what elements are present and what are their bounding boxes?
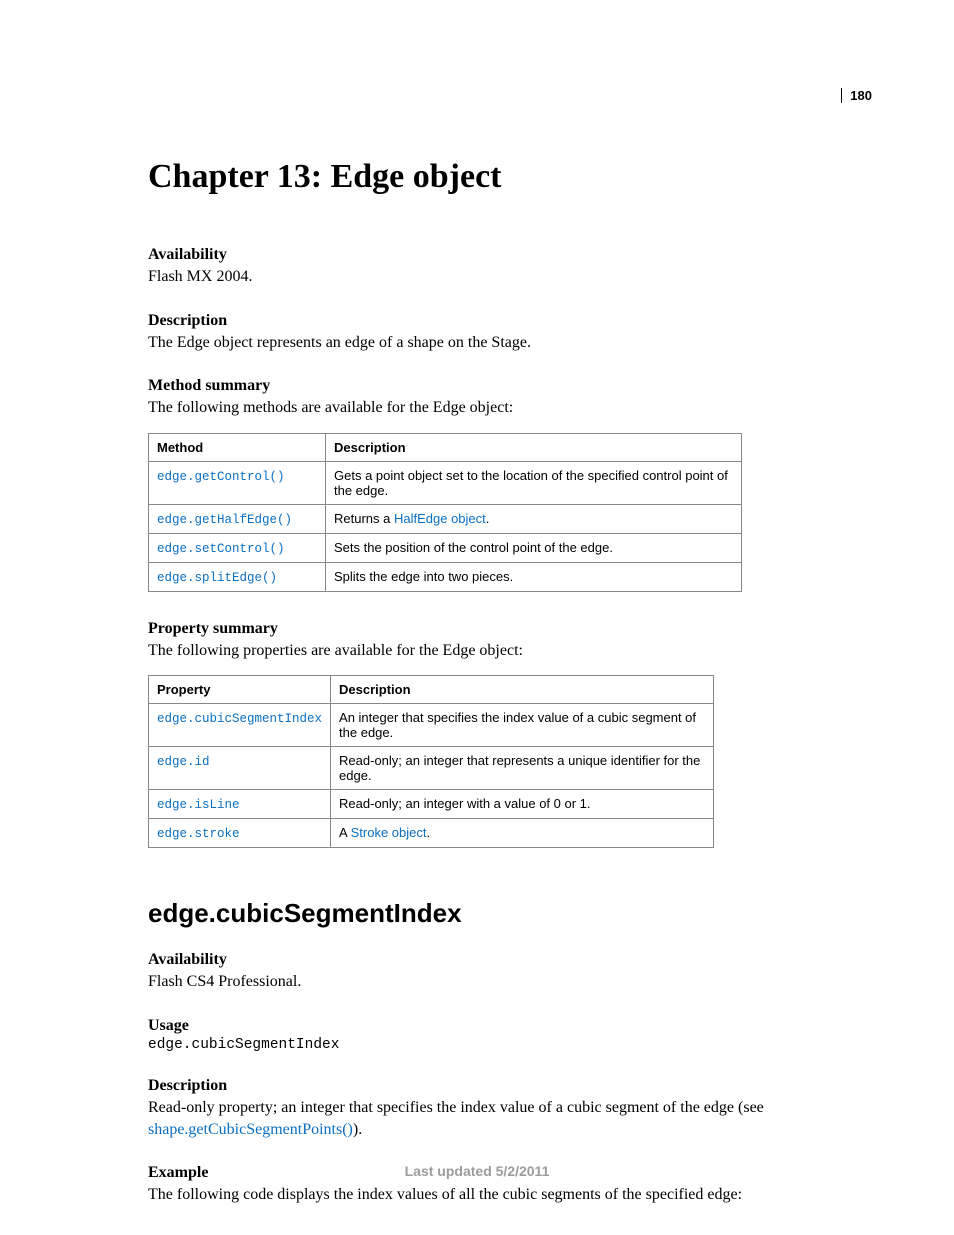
table-row: edge.getHalfEdge() Returns a HalfEdge ob… bbox=[149, 504, 742, 533]
desc-text: Gets a point object set to the location … bbox=[334, 468, 728, 498]
method-desc-cell: Returns a HalfEdge object. bbox=[326, 504, 742, 533]
property-cell: edge.id bbox=[149, 747, 331, 790]
method-cell: edge.setControl() bbox=[149, 533, 326, 562]
table-row: edge.isLine Read-only; an integer with a… bbox=[149, 790, 714, 819]
desc-text: Read-only; an integer with a value of 0 … bbox=[339, 796, 590, 811]
method-cell: edge.getControl() bbox=[149, 461, 326, 504]
property-cell: edge.cubicSegmentIndex bbox=[149, 704, 331, 747]
table-row: edge.setControl() Sets the position of t… bbox=[149, 533, 742, 562]
method-link[interactable]: edge.splitEdge() bbox=[157, 571, 277, 585]
page-number: 180 bbox=[841, 88, 872, 103]
desc-text: . bbox=[426, 825, 430, 840]
desc-text: Splits the edge into two pieces. bbox=[334, 569, 513, 584]
description-text: Read-only property; an integer that spec… bbox=[148, 1097, 856, 1140]
desc-text: An integer that specifies the index valu… bbox=[339, 710, 696, 740]
property-summary-text: The following properties are available f… bbox=[148, 640, 856, 662]
desc-link[interactable]: shape.getCubicSegmentPoints() bbox=[148, 1121, 353, 1138]
desc-link[interactable]: HalfEdge object bbox=[394, 511, 486, 526]
desc-text: . bbox=[486, 511, 490, 526]
description-header: Description bbox=[326, 433, 742, 461]
property-cell: edge.isLine bbox=[149, 790, 331, 819]
desc-text: Sets the position of the control point o… bbox=[334, 540, 613, 555]
description-label: Description bbox=[148, 312, 856, 330]
section-heading: edge.cubicSegmentIndex bbox=[148, 898, 856, 929]
property-desc-cell: Read-only; an integer that represents a … bbox=[331, 747, 714, 790]
method-summary-label: Method summary bbox=[148, 377, 856, 395]
methods-table: Method Description edge.getControl() Get… bbox=[148, 433, 742, 592]
desc-text: Read-only property; an integer that spec… bbox=[148, 1099, 764, 1116]
table-header-row: Property Description bbox=[149, 676, 714, 704]
property-desc-cell: An integer that specifies the index valu… bbox=[331, 704, 714, 747]
method-header: Method bbox=[149, 433, 326, 461]
property-desc-cell: A Stroke object. bbox=[331, 819, 714, 848]
desc-link[interactable]: Stroke object bbox=[351, 825, 427, 840]
desc-text: Returns a bbox=[334, 511, 394, 526]
method-link[interactable]: edge.setControl() bbox=[157, 542, 285, 556]
table-row: edge.getControl() Gets a point object se… bbox=[149, 461, 742, 504]
desc-text: Read-only; an integer that represents a … bbox=[339, 753, 700, 783]
usage-label: Usage bbox=[148, 1017, 856, 1035]
description-header: Description bbox=[331, 676, 714, 704]
document-page: 180 Chapter 13: Edge object Availability… bbox=[0, 0, 954, 1235]
method-desc-cell: Splits the edge into two pieces. bbox=[326, 562, 742, 591]
property-summary-label: Property summary bbox=[148, 620, 856, 638]
table-header-row: Method Description bbox=[149, 433, 742, 461]
property-cell: edge.stroke bbox=[149, 819, 331, 848]
property-link[interactable]: edge.isLine bbox=[157, 798, 240, 812]
property-desc-cell: Read-only; an integer with a value of 0 … bbox=[331, 790, 714, 819]
method-summary-text: The following methods are available for … bbox=[148, 397, 856, 419]
method-desc-cell: Sets the position of the control point o… bbox=[326, 533, 742, 562]
table-row: edge.cubicSegmentIndex An integer that s… bbox=[149, 704, 714, 747]
property-header: Property bbox=[149, 676, 331, 704]
property-link[interactable]: edge.id bbox=[157, 755, 210, 769]
method-cell: edge.getHalfEdge() bbox=[149, 504, 326, 533]
example-text: The following code displays the index va… bbox=[148, 1184, 856, 1206]
footer: Last updated 5/2/2011 bbox=[0, 1163, 954, 1179]
method-cell: edge.splitEdge() bbox=[149, 562, 326, 591]
availability-text: Flash MX 2004. bbox=[148, 266, 856, 288]
property-link[interactable]: edge.stroke bbox=[157, 827, 240, 841]
page-number-text: 180 bbox=[850, 88, 872, 103]
description-text: The Edge object represents an edge of a … bbox=[148, 332, 856, 354]
chapter-title: Chapter 13: Edge object bbox=[148, 158, 856, 196]
desc-text: ). bbox=[353, 1121, 362, 1138]
availability-text: Flash CS4 Professional. bbox=[148, 971, 856, 993]
method-link[interactable]: edge.getHalfEdge() bbox=[157, 513, 292, 527]
availability-label: Availability bbox=[148, 951, 856, 969]
availability-label: Availability bbox=[148, 246, 856, 264]
property-link[interactable]: edge.cubicSegmentIndex bbox=[157, 712, 322, 726]
table-row: edge.stroke A Stroke object. bbox=[149, 819, 714, 848]
method-desc-cell: Gets a point object set to the location … bbox=[326, 461, 742, 504]
description-label: Description bbox=[148, 1077, 856, 1095]
table-row: edge.id Read-only; an integer that repre… bbox=[149, 747, 714, 790]
properties-table: Property Description edge.cubicSegmentIn… bbox=[148, 675, 714, 848]
usage-code: edge.cubicSegmentIndex bbox=[148, 1037, 856, 1053]
table-row: edge.splitEdge() Splits the edge into tw… bbox=[149, 562, 742, 591]
method-link[interactable]: edge.getControl() bbox=[157, 470, 285, 484]
desc-text: A bbox=[339, 825, 351, 840]
